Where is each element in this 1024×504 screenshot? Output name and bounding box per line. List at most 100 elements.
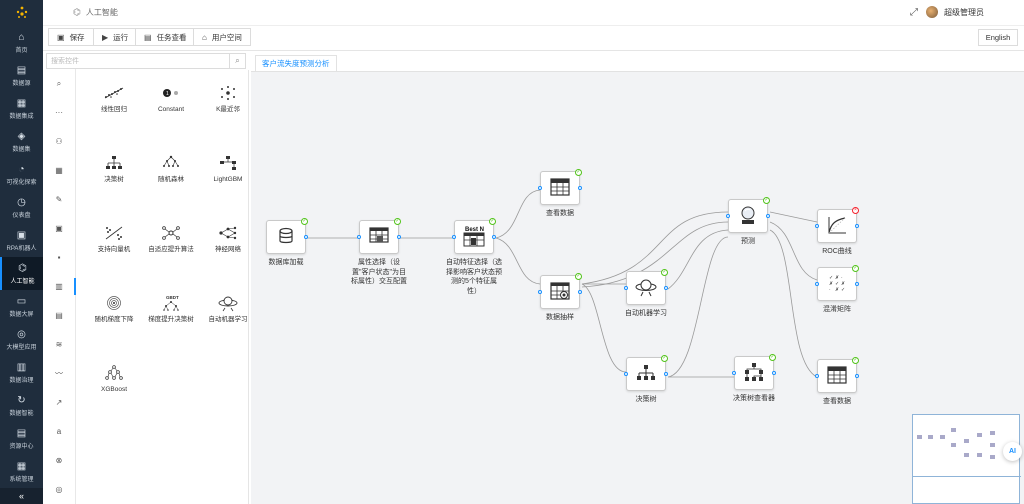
fullscreen-icon[interactable]: ⤢	[910, 7, 918, 18]
component-decision-tree[interactable]: 决策树	[86, 152, 142, 184]
nav-item-chart[interactable]: ◔ 可视化探索	[0, 158, 43, 191]
output-port[interactable]	[578, 186, 582, 190]
tab-churn-prediction[interactable]: 客户流失度预测分析	[255, 55, 337, 72]
dots-icon[interactable]: ···	[43, 98, 75, 127]
component-xgboost[interactable]: XGBoost	[86, 362, 142, 394]
nav-item-dashboard[interactable]: ◷ 仪表盘	[0, 191, 43, 224]
component-svm[interactable]: 支持向量机	[86, 222, 142, 254]
nav-label: 数据智能	[9, 410, 34, 417]
workflow-node-best-n[interactable]: Best N ✓	[452, 218, 496, 254]
output-port[interactable]	[772, 371, 776, 375]
nav-label: 资源中心	[9, 443, 34, 450]
workflow-node-label: 决策树查看器	[733, 395, 775, 402]
output-port[interactable]	[304, 235, 308, 239]
nav-item-robot[interactable]: ▣ RPA机器人	[0, 224, 43, 257]
component-gbdt[interactable]: GBDT 梯度提升决策树	[143, 292, 199, 324]
minimap-node	[977, 453, 982, 457]
trend-icon[interactable]: ↗	[43, 388, 75, 417]
collapse-nav-button[interactable]: «	[0, 488, 43, 504]
component-adaboost[interactable]: 自适应提升算法	[143, 222, 199, 254]
output-port[interactable]	[664, 286, 668, 290]
grid-icon[interactable]: ▪	[43, 243, 75, 272]
workflow-node-confusion-matrix[interactable]: ✓ ✗ · ✗ ✓ ✗ · ✗ ✓ ✓	[815, 265, 859, 301]
input-port[interactable]	[357, 235, 361, 239]
input-port[interactable]	[624, 286, 628, 290]
component-lightgbm[interactable]: LightGBM	[200, 152, 256, 184]
nav-item-integration[interactable]: ▦ 数据集成	[0, 92, 43, 125]
component-knn[interactable]: K最近邻	[200, 82, 256, 114]
workflow-node-predict[interactable]: ✓	[726, 197, 770, 233]
component-constant[interactable]: 1 Constant	[143, 82, 199, 114]
logo-icon	[16, 6, 27, 18]
search-input[interactable]: 搜索控件	[47, 56, 229, 66]
save-button[interactable]: ▣ 保存	[48, 28, 94, 46]
stack-icon[interactable]: ≋	[43, 330, 75, 359]
component-neural-network[interactable]: 神经网络	[200, 222, 256, 254]
input-port[interactable]	[624, 372, 628, 376]
input-port[interactable]	[815, 224, 819, 228]
text-icon[interactable]: a	[43, 417, 75, 446]
component-linear-regression[interactable]: 线性回归	[86, 82, 142, 114]
workflow-node-sampling[interactable]: ✓	[538, 273, 582, 309]
output-port[interactable]	[766, 214, 770, 218]
output-port[interactable]	[664, 372, 668, 376]
component-automl[interactable]: 自动机器学习	[200, 292, 256, 324]
workflow-node-roc[interactable]: ×	[815, 207, 859, 243]
ai-assistant-button[interactable]: AI	[1003, 442, 1022, 461]
minimap-node	[951, 443, 956, 447]
workflow-canvas[interactable]: ✓ 数据库加载 ✓ 属性选择（设置"客户状态"为目标属性）交互配置 Best N ✓ 自动特…	[251, 71, 1024, 504]
input-port[interactable]	[732, 371, 736, 375]
input-port[interactable]	[815, 374, 819, 378]
input-port[interactable]	[726, 214, 730, 218]
task-view-button[interactable]: ▤ 任务查看	[135, 28, 196, 46]
robot-icon[interactable]: ⚇	[43, 127, 75, 156]
link-icon[interactable]: ⊗	[43, 446, 75, 475]
output-port[interactable]	[855, 224, 859, 228]
nav-item-system[interactable]: ▦ 系统管理	[0, 455, 43, 488]
line-chart-icon[interactable]: 〰	[43, 359, 75, 388]
output-port[interactable]	[855, 374, 859, 378]
output-port[interactable]	[397, 235, 401, 239]
workflow-node-decision-tree[interactable]: ✓	[624, 355, 668, 391]
tree-viewer-icon	[743, 362, 765, 384]
user-space-label: 用户空间	[211, 32, 242, 42]
component-random-forest[interactable]: 随机森林	[143, 152, 199, 184]
workflow-node-view-data[interactable]: ✓	[538, 169, 582, 205]
workflow-node-attribute-select[interactable]: ✓	[357, 218, 401, 254]
input-port[interactable]	[538, 290, 542, 294]
nav-item-dataset[interactable]: ◈ 数据集	[0, 125, 43, 158]
nav-item-ai[interactable]: ⌬ 人工智能	[0, 257, 43, 290]
nav-item-database[interactable]: ▤ 数据源	[0, 59, 43, 92]
workflow-node-view-data[interactable]: ✓	[815, 357, 859, 393]
language-switch-button[interactable]: English	[978, 29, 1018, 46]
box-icon[interactable]: ▤	[43, 301, 75, 330]
output-port[interactable]	[492, 235, 496, 239]
output-port[interactable]	[578, 290, 582, 294]
component-sgd[interactable]: 随机梯度下降	[86, 292, 142, 324]
nav-item-llm[interactable]: ◎ 大模型应用	[0, 323, 43, 356]
nav-item-governance[interactable]: ▥ 数据治理	[0, 356, 43, 389]
pen-icon[interactable]: ✎	[43, 185, 75, 214]
input-port[interactable]	[538, 186, 542, 190]
output-port[interactable]	[855, 282, 859, 286]
user-space-button[interactable]: ⌂ 用户空间	[193, 28, 251, 46]
target-icon[interactable]: ◎	[43, 475, 75, 504]
canvas-minimap[interactable]	[912, 414, 1021, 504]
search-icon[interactable]: ⌕	[229, 54, 245, 68]
nav-item-home[interactable]: ⌂ 首页	[0, 26, 43, 59]
nav-item-intelligence[interactable]: ↻ 数据智能	[0, 389, 43, 422]
input-port[interactable]	[452, 235, 456, 239]
workflow-node-tree-viewer[interactable]: ✓	[732, 354, 776, 390]
table-icon[interactable]: ▦	[43, 156, 75, 185]
nav-item-screen[interactable]: ▭ 数据大屏	[0, 290, 43, 323]
workflow-node-database-load[interactable]: ✓	[266, 218, 308, 254]
component-search[interactable]: 搜索控件 ⌕	[46, 53, 246, 69]
user-menu[interactable]: 超级管理员	[926, 6, 984, 18]
input-port[interactable]	[815, 282, 819, 286]
bar-chart-icon[interactable]: ▥	[43, 272, 76, 301]
image-icon[interactable]: ▣	[43, 214, 75, 243]
run-button[interactable]: ▶ 运行	[93, 28, 138, 46]
workflow-node-automl[interactable]: ✓	[624, 269, 668, 305]
nav-item-resource[interactable]: ▤ 资源中心	[0, 422, 43, 455]
search-icon[interactable]: ⌕	[43, 69, 75, 98]
